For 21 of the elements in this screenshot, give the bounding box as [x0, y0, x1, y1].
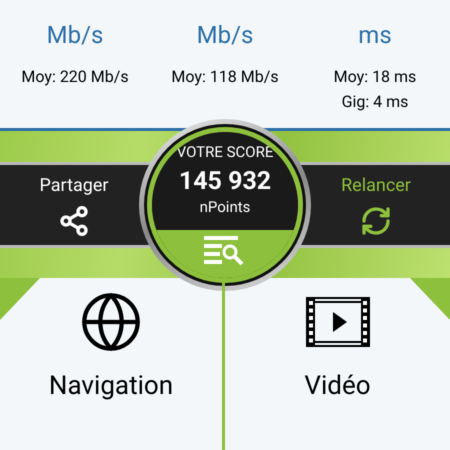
score-unit: nPoints — [200, 198, 250, 216]
share-icon — [58, 205, 90, 237]
globe-icon — [79, 290, 143, 354]
score-title: VOTRE SCORE — [176, 142, 274, 162]
average-label: Moy: 18 ms — [334, 66, 416, 88]
film-play-icon — [306, 297, 370, 347]
unit-label: ms — [358, 20, 392, 50]
corner-triangle — [0, 278, 40, 320]
score-value: 145 932 — [178, 166, 272, 198]
list-search-icon — [204, 236, 246, 266]
average-label: Gig: 4 ms — [342, 91, 408, 113]
unit-label: Mb/s — [196, 20, 254, 50]
unit-label: Mb/s — [46, 20, 104, 50]
share-button[interactable]: Partager — [24, 172, 124, 237]
average-label: Moy: 118 Mb/s — [171, 66, 279, 88]
category-label: Vidéo — [304, 370, 371, 402]
corner-triangle — [410, 278, 450, 320]
restart-button[interactable]: Relancer — [326, 172, 426, 237]
refresh-icon — [360, 205, 392, 237]
category-label: Navigation — [48, 370, 174, 402]
average-label: Moy: 220 Mb/s — [21, 66, 129, 88]
